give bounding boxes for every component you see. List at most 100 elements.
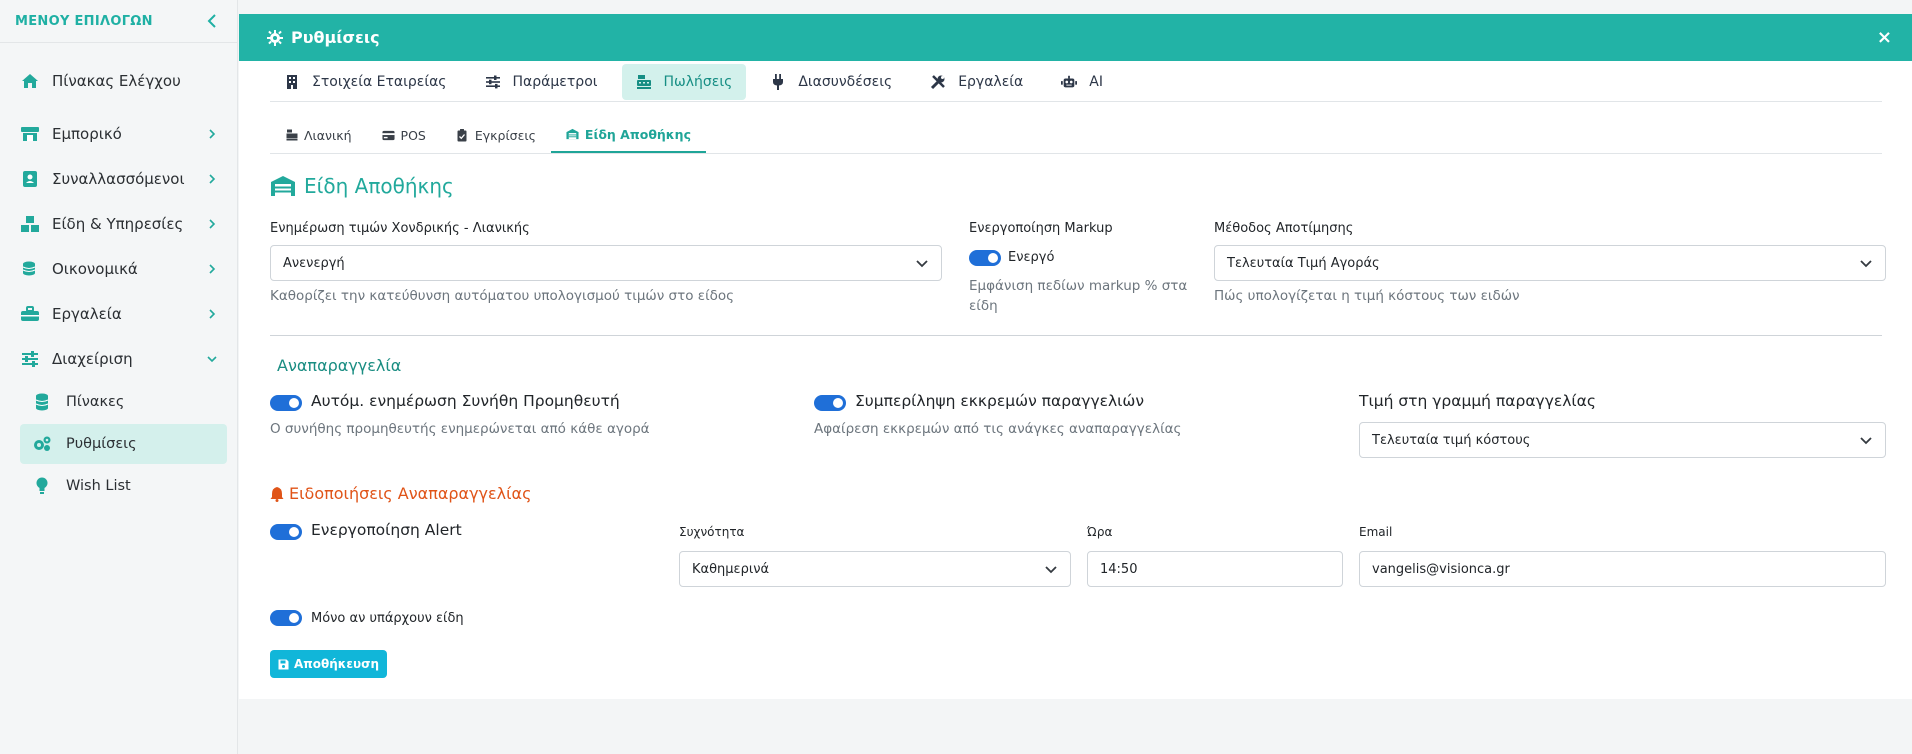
chevron-right-icon [205, 307, 219, 321]
valuation-label: Μέθοδος Αποτίμησης [1214, 221, 1354, 236]
close-panel-button[interactable]: × [1877, 27, 1892, 48]
chevron-right-icon [205, 217, 219, 231]
time-label: Ώρα [1087, 525, 1113, 539]
subtab-warehouse-items[interactable]: Είδη Αποθήκης [550, 117, 706, 153]
valuation-select[interactable]: Τελευταία Τιμή Αγοράς [1214, 245, 1886, 281]
settings-panel: Ρυθμίσεις × Στοιχεία Εταιρείας Παράμετρο… [239, 14, 1912, 699]
subtab-pos[interactable]: POS [367, 117, 441, 153]
section-title: Είδη Αποθήκης [270, 174, 454, 198]
sidebar-item-tools[interactable]: Εργαλεία [20, 294, 219, 334]
email-value: vangelis@visionca.gr [1372, 561, 1510, 577]
frequency-select[interactable]: Καθημερινά [679, 551, 1071, 587]
pending-orders-label: Συμπερίληψη εκκρεμών παραγγελιών [855, 392, 1145, 410]
only-if-items-label: Μόνο αν υπάρχουν είδη [311, 611, 464, 626]
pending-orders-toggle[interactable] [814, 395, 846, 411]
sidebar-divider [0, 42, 237, 43]
alerts-title-text: Ειδοποιήσεις Αναπαραγγελίας [289, 484, 532, 503]
tab-label: Παράμετροι [512, 74, 598, 90]
sidebar-subitem-wishlist[interactable]: Wish List [20, 466, 227, 506]
sidebar-subitem-label: Πίνακες [66, 394, 125, 410]
sliders-icon [20, 349, 40, 369]
sidebar-item-management[interactable]: Διαχείριση [20, 339, 219, 379]
valuation-help: Πώς υπολογίζεται η τιμή κόστους των ειδώ… [1214, 288, 1520, 304]
chevron-right-icon [205, 262, 219, 276]
subtab-label: Εγκρίσεις [474, 127, 536, 143]
subtab-retail[interactable]: Λιανική [270, 117, 367, 153]
store-icon [20, 124, 40, 144]
frequency-label: Συχνότητα [679, 525, 745, 539]
sidebar-subitem-label: Wish List [66, 478, 131, 494]
cash-register-icon [636, 74, 652, 90]
sidebar-subitem-settings[interactable]: Ρυθμίσεις [20, 424, 227, 464]
sidebar-item-products[interactable]: Είδη & Υπηρεσίες [20, 204, 219, 244]
cogs-icon [32, 434, 52, 454]
sidebar: ΜΕΝΟΥ ΕΠΙΛΟΓΩΝ Πίνακας Ελέγχου Εμπορικό … [0, 0, 238, 754]
only-if-items-toggle[interactable] [270, 610, 302, 626]
reorder-title: Αναπαραγγελία [277, 356, 402, 375]
frequency-value: Καθημερινά [692, 561, 770, 577]
valuation-value: Τελευταία Τιμή Αγοράς [1227, 255, 1380, 271]
sidebar-item-finance[interactable]: Οικονομικά [20, 249, 219, 289]
warehouse-icon [566, 128, 579, 141]
sidebar-item-label: Οικονομικά [52, 260, 138, 278]
markup-label: Ενεργοποίηση Markup [969, 221, 1113, 236]
tab-label: Διασυνδέσεις [798, 74, 893, 90]
chevron-down-icon [915, 256, 929, 270]
price-update-select[interactable]: Ανενεργή [270, 245, 942, 281]
sliders-icon [485, 74, 501, 90]
sidebar-item-contacts[interactable]: Συναλλασσόμενοι [20, 159, 219, 199]
tools-icon [930, 74, 946, 90]
tab-label: Πωλήσεις [663, 74, 733, 90]
collapse-sidebar-icon[interactable] [207, 14, 217, 28]
sidebar-item-label: Διαχείριση [52, 350, 133, 368]
auto-supplier-help: Ο συνήθης προμηθευτής ενημερώνεται από κ… [270, 421, 650, 437]
section-divider [270, 335, 1882, 336]
price-update-label: Ενημέρωση τιμών Χονδρικής - Λιανικής [270, 221, 530, 236]
lightbulb-icon [32, 476, 52, 496]
tab-company-info[interactable]: Στοιχεία Εταιρείας [270, 64, 461, 100]
bell-icon [270, 486, 284, 502]
sidebar-item-commercial[interactable]: Εμπορικό [20, 114, 219, 154]
tab-parameters[interactable]: Παράμετροι [471, 64, 612, 100]
sidebar-item-dashboard[interactable]: Πίνακας Ελέγχου [20, 61, 219, 101]
sidebar-subitem-label: Ρυθμίσεις [66, 436, 137, 452]
save-button-label: Αποθήκευση [294, 657, 380, 671]
sidebar-header: ΜΕΝΟΥ ΕΠΙΛΟΓΩΝ [0, 0, 237, 42]
contacts-icon [20, 169, 40, 189]
auto-supplier-toggle[interactable] [270, 395, 302, 411]
building-icon [284, 74, 300, 90]
tab-tools[interactable]: Εργαλεία [916, 64, 1037, 100]
database-icon [32, 392, 52, 412]
gear-icon [267, 29, 283, 46]
clipboard-check-icon [456, 128, 469, 142]
time-value: 14:50 [1100, 561, 1138, 577]
credit-card-icon [381, 129, 395, 142]
email-label: Email [1359, 525, 1393, 539]
enable-alert-toggle[interactable] [270, 524, 302, 540]
tab-integrations[interactable]: Διασυνδέσεις [756, 64, 906, 100]
coins-icon [20, 259, 40, 279]
line-price-value: Τελευταία τιμή κόστους [1372, 432, 1531, 448]
markup-toggle-label: Ενεργό [1008, 250, 1055, 265]
tab-sales[interactable]: Πωλήσεις [621, 64, 747, 100]
warehouse-icon [270, 175, 296, 197]
sub-tabs: Λιανική POS Εγκρίσεις Είδη Αποθήκης [270, 118, 1882, 154]
email-input[interactable]: vangelis@visionca.gr [1359, 551, 1886, 587]
home-icon [20, 71, 40, 91]
save-icon [278, 659, 289, 670]
sidebar-subitem-tables[interactable]: Πίνακες [20, 382, 227, 422]
markup-toggle[interactable] [969, 250, 1001, 266]
save-button[interactable]: Αποθήκευση [270, 650, 388, 678]
time-input[interactable]: 14:50 [1087, 551, 1343, 587]
tab-label: Στοιχεία Εταιρείας [312, 74, 447, 90]
auto-supplier-label: Αυτόμ. ενημέρωση Συνήθη Προμηθευτή [311, 392, 620, 410]
main-tabs: Στοιχεία Εταιρείας Παράμετροι Πωλήσεις Δ… [270, 63, 1882, 102]
cash-register-icon [285, 129, 298, 142]
tab-ai[interactable]: AI [1047, 64, 1117, 100]
markup-help: Εμφάνιση πεδίων markup % στα είδη [969, 278, 1188, 314]
line-price-select[interactable]: Τελευταία τιμή κόστους [1359, 422, 1886, 458]
subtab-approvals[interactable]: Εγκρίσεις [441, 117, 551, 153]
alerts-title: Ειδοποιήσεις Αναπαραγγελίας [270, 484, 531, 503]
chevron-right-icon [205, 172, 219, 186]
robot-icon [1061, 74, 1078, 90]
